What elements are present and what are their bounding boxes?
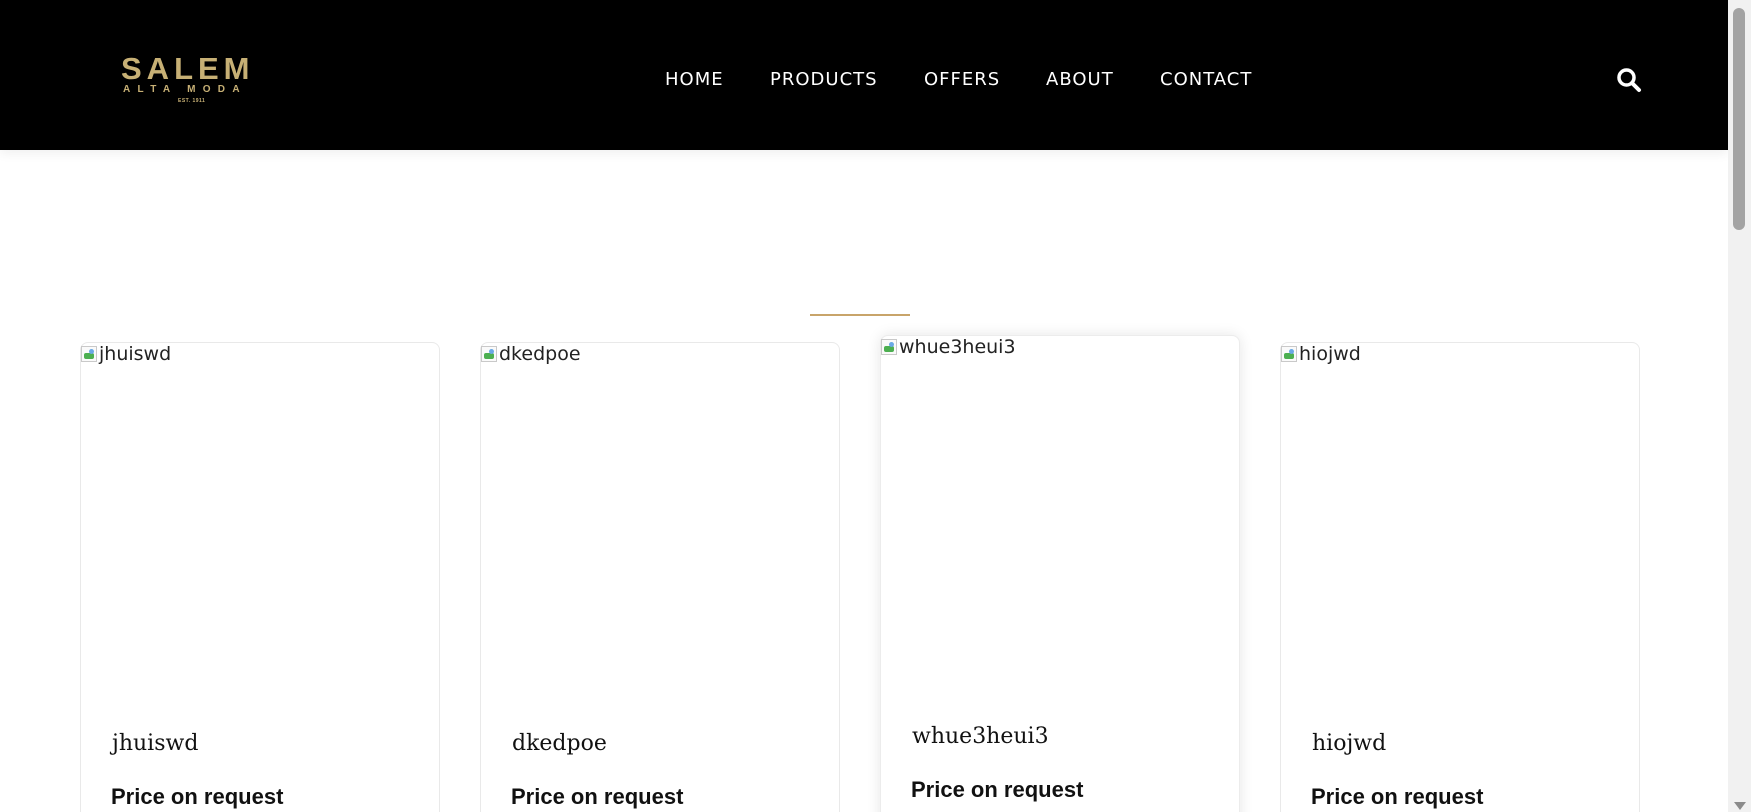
product-image[interactable]: whue3heui3	[881, 336, 1016, 358]
page-scrollbar[interactable]	[1728, 0, 1751, 812]
product-price: Price on request	[911, 777, 1084, 802]
site-header: SALEM ALTA MODA EST. 1911 HOME PRODUCTS …	[0, 0, 1728, 150]
product-price: Price on request	[111, 784, 284, 809]
product-name[interactable]: hiojwd	[1312, 731, 1386, 757]
product-image[interactable]: jhuiswd	[81, 343, 171, 365]
product-price: Price on request	[511, 784, 684, 809]
scrollbar-thumb[interactable]	[1733, 8, 1745, 230]
product-card[interactable]: dkedpoe dkedpoe Price on request	[480, 342, 840, 812]
section-divider	[810, 314, 910, 316]
product-image-alt: dkedpoe	[499, 343, 581, 365]
scroll-down-arrow-icon[interactable]	[1734, 802, 1746, 810]
broken-image-icon	[481, 346, 497, 362]
main-nav: HOME PRODUCTS OFFERS ABOUT CONTACT	[0, 69, 1728, 91]
broken-image-icon	[1281, 346, 1297, 362]
nav-link-about[interactable]: ABOUT	[1046, 69, 1114, 91]
product-name[interactable]: dkedpoe	[512, 731, 607, 757]
product-image[interactable]: hiojwd	[1281, 343, 1361, 365]
product-price: Price on request	[1311, 784, 1484, 809]
broken-image-icon	[81, 346, 97, 362]
nav-link-products[interactable]: PRODUCTS	[770, 69, 878, 91]
product-card-hovered[interactable]: whue3heui3 whue3heui3 Price on request	[880, 335, 1240, 812]
product-card[interactable]: hiojwd hiojwd Price on request	[1280, 342, 1640, 812]
product-image[interactable]: dkedpoe	[481, 343, 581, 365]
broken-image-icon	[881, 339, 897, 355]
product-name[interactable]: whue3heui3	[912, 724, 1049, 750]
nav-link-contact[interactable]: CONTACT	[1160, 69, 1252, 91]
nav-link-offers[interactable]: OFFERS	[924, 69, 1000, 91]
search-icon[interactable]	[1616, 67, 1642, 93]
nav-link-home[interactable]: HOME	[665, 69, 724, 91]
product-image-alt: hiojwd	[1299, 343, 1361, 365]
product-image-alt: jhuiswd	[99, 343, 172, 365]
product-name[interactable]: jhuiswd	[112, 731, 198, 757]
product-card[interactable]: jhuiswd jhuiswd Price on request	[80, 342, 440, 812]
logo-established: EST. 1911	[178, 98, 206, 104]
product-image-alt: whue3heui3	[899, 336, 1016, 358]
